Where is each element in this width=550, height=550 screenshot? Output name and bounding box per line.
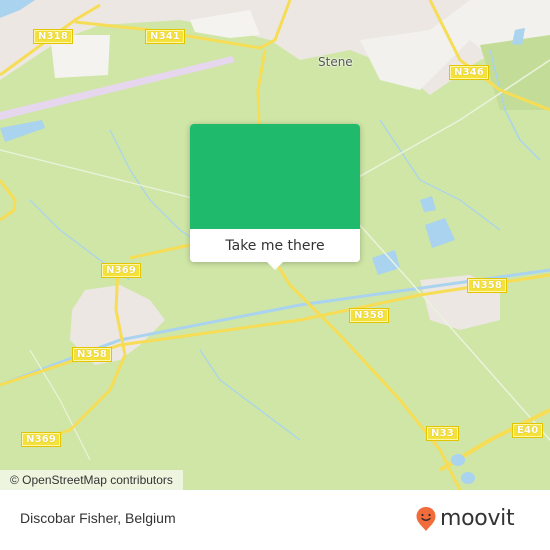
road-shield: N369 — [101, 263, 142, 278]
map-canvas[interactable]: Stene N318 N341 N346 N369 N358 N358 N358… — [0, 0, 550, 490]
popup-image-placeholder — [190, 124, 360, 229]
location-popup: Take me there — [190, 124, 360, 270]
moovit-logo[interactable]: moovit — [415, 504, 515, 534]
interchange-pond — [451, 454, 465, 466]
road-shield: N358 — [72, 347, 113, 362]
place-label-stene: Stene — [318, 55, 353, 69]
road-shield: N358 — [349, 308, 390, 323]
moovit-pin-icon — [416, 507, 436, 531]
road-shield: N318 — [33, 29, 74, 44]
road-shield: N346 — [449, 65, 490, 80]
map-attribution[interactable]: © OpenStreetMap contributors — [0, 470, 183, 490]
location-title: Discobar Fisher, Belgium — [20, 510, 176, 526]
road-shield: N369 — [21, 432, 62, 447]
road-shield: E40 — [512, 423, 544, 438]
road-shield: N341 — [145, 29, 186, 44]
road-shield: N358 — [467, 278, 508, 293]
brand-name: moovit — [440, 506, 515, 531]
popup-pointer — [266, 261, 284, 270]
interchange-pond — [461, 472, 475, 484]
take-me-there-button[interactable]: Take me there — [190, 229, 360, 262]
road-shield: N33 — [426, 426, 459, 441]
